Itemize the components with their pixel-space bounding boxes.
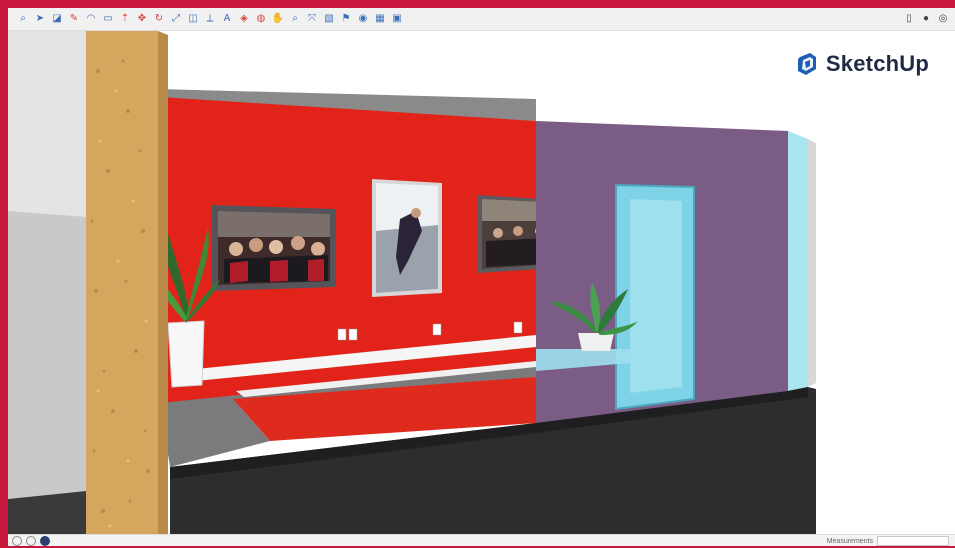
glass-side-edge xyxy=(788,131,808,391)
warehouse-icon[interactable]: ▦ xyxy=(373,12,387,26)
left-wall-near xyxy=(8,211,86,499)
paint-bucket-icon[interactable]: ◈ xyxy=(237,12,251,26)
measurements-input[interactable] xyxy=(877,536,949,546)
main-toolbar: ⌕ ➤ ◪ ✎ ◠ ▭ ⇡ ✥ ↻ ⤢ ◫ ⟂ A ◈ ◍ ✋ ⌕ ⤧ ▧ ⚑ ◉ ▦ ▣ ▯ ● ◎ xyxy=(8,8,955,31)
pan-icon[interactable]: ✋ xyxy=(271,12,285,26)
status-bar: Measurements xyxy=(8,534,955,546)
document-icon[interactable]: ▯ xyxy=(902,12,916,26)
glass-door xyxy=(615,183,695,411)
info-icon[interactable] xyxy=(12,536,22,546)
sketchup-logo: SketchUp xyxy=(794,51,929,77)
geolocation-icon[interactable] xyxy=(26,536,36,546)
measurements-label: Measurements xyxy=(826,537,873,545)
orbit-icon[interactable]: ◍ xyxy=(254,12,268,26)
credits-icon[interactable] xyxy=(40,536,50,546)
climber-photo-frame xyxy=(372,179,442,297)
text-icon[interactable]: A xyxy=(220,12,234,26)
graduation-photo-frame xyxy=(212,205,336,291)
walk-icon[interactable]: ⚑ xyxy=(339,12,353,26)
wall-outlet xyxy=(337,328,347,341)
extension-icon[interactable]: ▣ xyxy=(390,12,404,26)
scene-render[interactable] xyxy=(8,31,955,534)
offset-icon[interactable]: ◫ xyxy=(186,12,200,26)
look-around-icon[interactable]: ◉ xyxy=(356,12,370,26)
sketchup-logo-icon xyxy=(797,53,816,75)
rotate-icon[interactable]: ↻ xyxy=(152,12,166,26)
eraser-icon[interactable]: ◪ xyxy=(50,12,64,26)
wall-end-cap xyxy=(808,139,816,387)
zoom-extents-icon[interactable]: ⤧ xyxy=(305,12,319,26)
tape-measure-icon[interactable]: ⟂ xyxy=(203,12,217,26)
wall-outlet xyxy=(348,328,358,341)
search-icon[interactable]: ⌕ xyxy=(16,12,30,26)
sketchup-wordmark: SketchUp xyxy=(825,51,929,76)
cork-pillar xyxy=(86,31,168,534)
help-icon[interactable]: ◎ xyxy=(936,12,950,26)
account-icon[interactable]: ● xyxy=(919,12,933,26)
push-pull-icon[interactable]: ⇡ xyxy=(118,12,132,26)
move-icon[interactable]: ✥ xyxy=(135,12,149,26)
section-plane-icon[interactable]: ▧ xyxy=(322,12,336,26)
rectangle-icon[interactable]: ▭ xyxy=(101,12,115,26)
sketchup-window: ⌕ ➤ ◪ ✎ ◠ ▭ ⇡ ✥ ↻ ⤢ ◫ ⟂ A ◈ ◍ ✋ ⌕ ⤧ ▧ ⚑ ◉ ▦ ▣ ▯ ● ◎ xyxy=(8,8,955,546)
scale-icon[interactable]: ⤢ xyxy=(169,12,183,26)
wall-outlet xyxy=(432,323,442,336)
3d-viewport[interactable]: SketchUp xyxy=(8,31,955,534)
select-arrow-icon[interactable]: ➤ xyxy=(33,12,47,26)
pencil-icon[interactable]: ✎ xyxy=(67,12,81,26)
wall-outlet xyxy=(513,321,523,334)
zoom-icon[interactable]: ⌕ xyxy=(288,12,302,26)
arc-icon[interactable]: ◠ xyxy=(84,12,98,26)
toolbar-right-group: ▯ ● ◎ xyxy=(900,12,955,26)
toolbar-left-group: ⌕ ➤ ◪ ✎ ◠ ▭ ⇡ ✥ ↻ ⤢ ◫ ⟂ A ◈ ◍ ✋ ⌕ ⤧ ▧ ⚑ ◉ ▦ ▣ xyxy=(8,12,405,26)
